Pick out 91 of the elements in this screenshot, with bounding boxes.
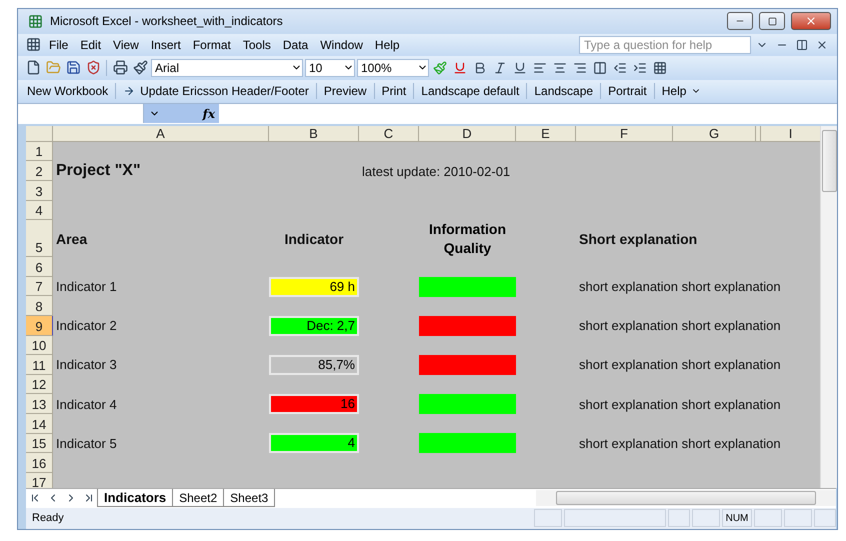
menu-item[interactable]: File [44,36,74,54]
column-heading: Short explanation [579,230,698,247]
column-header[interactable]: D [419,126,516,142]
menu-item[interactable]: Data [278,36,314,54]
arrow-icon [123,85,136,98]
column-header[interactable]: F [576,126,673,142]
zoom-dropdown[interactable]: 100% [357,58,429,77]
column-header[interactable]: E [516,126,576,142]
minimize-button[interactable] [727,12,753,30]
menu-item[interactable]: Format [188,36,236,54]
row-header[interactable]: 2 [26,161,53,182]
menu-item[interactable]: View [108,36,144,54]
help-search-field[interactable]: Type a question for help [579,36,751,54]
area-label: Indicator 3 [56,357,117,372]
paintbrush-icon[interactable] [131,58,149,77]
explanation-text: short explanation short explanation [579,318,781,334]
menu-item[interactable]: Insert [146,36,186,54]
font-size-dropdown[interactable]: 10 [305,58,355,77]
row-header[interactable]: 1 [26,142,53,162]
row-header[interactable]: 9 [26,316,53,336]
toolbar-button[interactable]: Landscape default [418,83,522,100]
toolbar-button[interactable]: Update Ericsson Header/Footer [120,83,312,100]
menu-item[interactable]: Help [370,36,405,54]
toolbar-button[interactable]: Landscape [531,83,596,100]
explanation-text: short explanation short explanation [579,357,781,372]
status-text: Ready [31,512,64,524]
status-panel [534,509,562,528]
column-heading: Indicator [284,230,344,247]
status-panel [784,509,812,528]
area-label: Indicator 5 [56,436,117,451]
menu-item[interactable]: Tools [238,36,276,54]
indicator-value: 69 h [269,276,359,297]
area-label: Indicator 1 [56,279,117,294]
column-heading: Information Quality [428,220,507,258]
function-label[interactable]: fx [202,106,215,121]
fill-color-icon[interactable] [431,58,449,77]
area-label: Indicator 2 [56,318,117,334]
row-header[interactable]: 7 [26,276,53,296]
name-box-dropdown[interactable]: fx [144,104,219,124]
column-header[interactable]: C [359,126,419,142]
row-header[interactable]: 17 [26,472,53,488]
row-header[interactable]: 15 [26,434,53,454]
row-header[interactable]: 13 [26,394,53,414]
menu-item[interactable]: Edit [75,36,106,54]
row-header[interactable]: 12 [26,374,53,394]
num-lock-indicator: NUM [722,509,752,528]
column-header[interactable]: I [761,126,820,142]
status-panel [814,509,836,528]
row-header[interactable]: 5 [26,220,53,258]
update-date-text: latest update: 2010-02-01 [362,164,510,179]
status-panel [668,509,690,528]
toolbar-button[interactable]: Print [378,83,410,100]
row-header[interactable]: 4 [26,200,53,220]
row-header[interactable]: 11 [26,355,53,375]
horizontal-scrollbar[interactable] [536,490,836,506]
row-header[interactable]: 8 [26,296,53,316]
project-title: Project "X" [56,162,141,180]
close-button[interactable] [791,12,831,30]
vertical-scrollbar[interactable] [820,126,837,488]
printer-icon[interactable] [111,58,129,77]
indicator-value: 4 [269,433,359,454]
row-header[interactable]: 16 [26,453,53,473]
toolbar-button[interactable]: New Workbook [24,83,112,100]
toolbar-button[interactable]: Help [658,83,704,100]
maximize-button[interactable] [759,12,785,30]
status-panel [692,509,720,528]
row-header[interactable]: 6 [26,257,53,277]
indicator-value: Dec: 2,7 [269,316,359,336]
explanation-text: short explanation short explanation [579,436,781,451]
window-title: Microsoft Excel - worksheet_with_indicators [50,14,284,28]
maximize-icon [768,16,776,26]
menu-item[interactable]: Window [315,36,368,54]
sheet-tab[interactable]: Indicators [97,489,174,508]
sheet-tab[interactable]: Sheet3 [223,489,276,508]
column-header[interactable]: B [269,126,359,142]
toolbar-button[interactable]: Preview [320,83,370,100]
area-label: Indicator 4 [56,396,117,412]
row-header[interactable]: 14 [26,414,53,434]
close-icon [805,15,817,28]
font-dropdown[interactable]: Arial [151,58,303,77]
status-panel [754,509,782,528]
column-heading: Area [56,230,88,247]
indicator-value: 85,7% [269,354,359,375]
column-header[interactable]: G [673,126,756,142]
indicator-value: 16 [269,394,359,414]
explanation-text: short explanation short explanation [579,396,781,412]
row-header[interactable]: 3 [26,181,53,201]
explanation-text: short explanation short explanation [579,279,781,294]
toolbar-button[interactable]: Portrait [605,83,650,100]
row-header[interactable]: 10 [26,336,53,356]
column-header[interactable]: A [53,126,269,142]
